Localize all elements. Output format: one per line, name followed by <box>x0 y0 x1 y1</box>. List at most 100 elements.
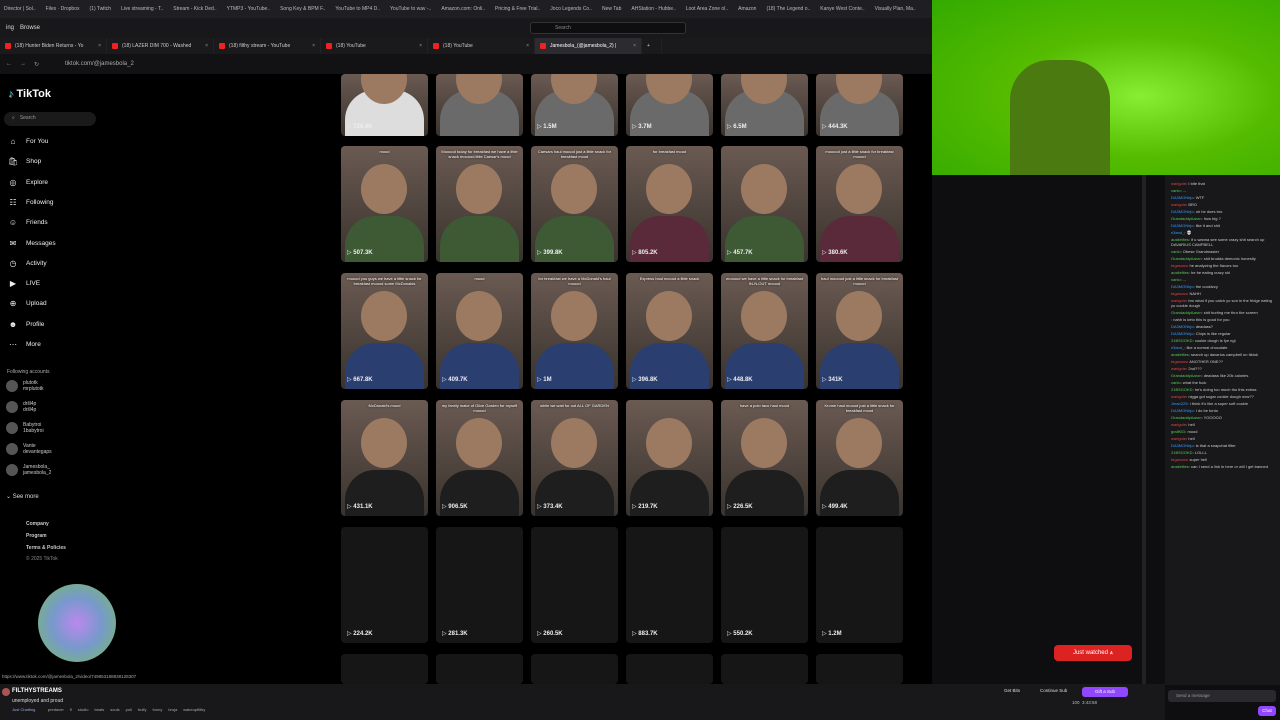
see-more-link[interactable]: ⌄ See more <box>6 493 39 500</box>
chat-username[interactable]: r0land_ <box>1171 345 1184 350</box>
chat-username[interactable]: DA3MONirjo <box>1171 443 1193 448</box>
tab-1[interactable]: (18) Hunter Biden Returns - Yo × <box>0 38 107 54</box>
streamer-name[interactable]: FILTHYSTREAMS <box>12 688 62 694</box>
gift-sub-button[interactable]: Gift a Sub <box>1082 687 1128 697</box>
bookmark-item[interactable]: YTMP3 - YouTube.. <box>227 6 270 12</box>
get-bits-button[interactable]: Get Bits <box>1004 688 1020 693</box>
chat-username[interactable]: vanlo <box>1171 277 1181 282</box>
chat-username[interactable]: warlgoIe <box>1171 366 1186 371</box>
chat-username[interactable]: warlgoIe <box>1171 394 1186 399</box>
bookmark-item[interactable]: Pricing & Free Trial.. <box>495 6 540 12</box>
video-thumbnail-partial[interactable] <box>436 654 523 684</box>
bookmark-item[interactable]: Kanye West Conte.. <box>820 6 864 12</box>
chat-username[interactable]: warlgoIe <box>1171 202 1186 207</box>
bookmark-item[interactable]: Director | Sol.. <box>4 6 36 12</box>
tab-4[interactable]: (18) YouTube × <box>321 38 428 54</box>
tab-2[interactable]: (18) LAZER DIM 700 - Washed × <box>107 38 214 54</box>
video-thumbnail[interactable]: McDonald's mood ▷ 431.1K <box>341 400 428 516</box>
chat-send-button[interactable]: Chat <box>1258 706 1276 716</box>
stream-tag[interactable]: studio <box>78 707 89 712</box>
bookmark-item[interactable]: Song Key & BPM F.. <box>280 6 325 12</box>
video-thumbnail[interactable]: ▷ 3.7M <box>626 74 713 136</box>
video-thumbnail[interactable]: haul mooood just a little snack for brea… <box>816 273 903 389</box>
video-thumbnail[interactable]: ▷ 281.3K <box>436 527 523 643</box>
chat-username[interactable]: vanlo <box>1171 249 1181 254</box>
stream-tag[interactable]: poli <box>126 707 132 712</box>
just-watched-button[interactable]: Just watched ⩓ <box>1054 645 1132 661</box>
nav-item-following[interactable]: ☷ Following <box>8 198 98 207</box>
nav-item-friends[interactable]: ☺ Friends <box>8 218 98 227</box>
chat-username[interactable]: austielites <box>1171 270 1189 275</box>
bookmark-item[interactable]: Joco Legends Co.. <box>550 6 592 12</box>
footer-company[interactable]: Company <box>26 521 49 527</box>
bookmark-item[interactable]: (18) The Legend o.. <box>766 6 810 12</box>
video-thumbnail-partial[interactable] <box>721 654 808 684</box>
chat-username[interactable]: vanlo <box>1171 188 1181 193</box>
chat-username[interactable]: warlgoIe <box>1171 436 1186 441</box>
nav-item-messages[interactable]: ✉ Messages <box>8 239 98 248</box>
chat-username[interactable]: 21BSGOKD <box>1171 450 1193 455</box>
account-item[interactable]: Jamesbola_ jamesbola_2 <box>6 464 51 476</box>
stream-tag[interactable]: bruja <box>168 707 177 712</box>
nav-item-more[interactable]: ⋯ More <box>8 340 98 349</box>
bookmark-item[interactable]: Visually Plan, Ma.. <box>875 6 916 12</box>
chat-username[interactable]: GrandaddyAaron <box>1171 256 1201 261</box>
video-thumbnail[interactable]: for breakfast we have a McDonald's haul … <box>531 273 618 389</box>
video-thumbnail[interactable] <box>436 74 523 136</box>
stream-tag[interactable]: wakeupfilthy <box>183 707 205 712</box>
video-thumbnail-partial[interactable] <box>531 654 618 684</box>
video-thumbnail[interactable]: Caesars haul moood just a little snack f… <box>531 146 618 262</box>
bookmark-item[interactable]: YouTube to MP4 D.. <box>335 6 380 12</box>
chat-username[interactable]: vanlo <box>1171 380 1181 385</box>
chat-username[interactable]: tegasous <box>1171 457 1187 462</box>
video-thumbnail[interactable]: ▷ 219.7K <box>626 400 713 516</box>
video-thumbnail[interactable]: have a polo taco haul mood ▷ 226.5K <box>721 400 808 516</box>
tab-3[interactable]: (18) filthy stream - YouTube × <box>214 38 321 54</box>
chat-username[interactable]: DA3MONirjo <box>1171 408 1193 413</box>
account-item[interactable]: Babytroi 1babytroi <box>6 422 44 434</box>
nav-item-for-you[interactable]: ⌂ For You <box>8 137 98 146</box>
video-thumbnail-partial[interactable] <box>341 654 428 684</box>
close-icon[interactable]: × <box>526 43 529 49</box>
menu-item-browse[interactable]: Browse <box>20 25 40 31</box>
close-icon[interactable]: × <box>633 43 636 49</box>
nav-item-shop[interactable]: 🛍 Shop <box>8 157 98 166</box>
video-thumbnail[interactable]: ▷ 1.5M <box>531 74 618 136</box>
chat-username[interactable]: grailKID <box>1171 429 1185 434</box>
chat-input[interactable]: Send a message <box>1168 690 1276 702</box>
account-item[interactable]: plutotk mrplutotk <box>6 380 44 392</box>
tab-6[interactable]: Jamesbola_(@jamesbola_2) | × <box>535 38 642 54</box>
video-thumbnail[interactable]: ▷ 444.3K <box>816 74 903 136</box>
video-thumbnail[interactable]: mood ▷ 409.7K <box>436 273 523 389</box>
chat-username[interactable]: tegasous <box>1171 291 1187 296</box>
chat-username[interactable]: 21BSGOKD <box>1171 338 1193 343</box>
chat-username[interactable]: DA3MONirjo <box>1171 324 1193 329</box>
video-thumbnail[interactable]: ▷ 1.2M <box>816 527 903 643</box>
stream-category[interactable]: Just Chatting <box>12 707 35 712</box>
chat-username[interactable]: Jman225 <box>1171 401 1187 406</box>
bookmark-item[interactable]: Files · Dropbox <box>46 6 80 12</box>
chat-username[interactable]: GrandaddyAaron <box>1171 415 1201 420</box>
continue-sub-button[interactable]: Continue Sub <box>1040 688 1067 693</box>
video-thumbnail[interactable]: for breakfast mood ▷ 805.2K <box>626 146 713 262</box>
chat-username[interactable]: GrandaddyAaron <box>1171 373 1201 378</box>
stream-tag[interactable]: souls <box>110 707 119 712</box>
video-thumbnail[interactable]: while we wait for out ALL OF GARDEN ▷ 373… <box>531 400 618 516</box>
stream-tag[interactable]: trulfy <box>138 707 147 712</box>
chat-username[interactable]: austielites <box>1171 464 1189 469</box>
video-thumbnail[interactable]: ▷ 550.2K <box>721 527 808 643</box>
account-item[interactable]: drill4p drill4p <box>6 401 36 413</box>
bookmark-item[interactable]: (1) Twitch <box>90 6 112 12</box>
chat-username[interactable]: GrandaddyAaron <box>1171 216 1201 221</box>
chat-username[interactable]: austielites <box>1171 352 1189 357</box>
video-thumbnail-partial[interactable] <box>816 654 903 684</box>
nav-item-upload[interactable]: ⊕ Upload <box>8 299 98 308</box>
stream-tag[interactable]: fl <box>70 707 72 712</box>
video-thumbnail[interactable]: mooood we have a little snack for breakf… <box>721 273 808 389</box>
video-thumbnail[interactable]: mood ▷ 507.3K <box>341 146 428 262</box>
chat-username[interactable]: DA3MONirjo <box>1171 195 1193 200</box>
back-icon[interactable]: ← <box>6 61 12 67</box>
chat-username[interactable]: tegasous <box>1171 359 1187 364</box>
video-thumbnail[interactable]: my family make of Olive Garden for mysel… <box>436 400 523 516</box>
chat-username[interactable]: tegasous <box>1171 263 1187 268</box>
